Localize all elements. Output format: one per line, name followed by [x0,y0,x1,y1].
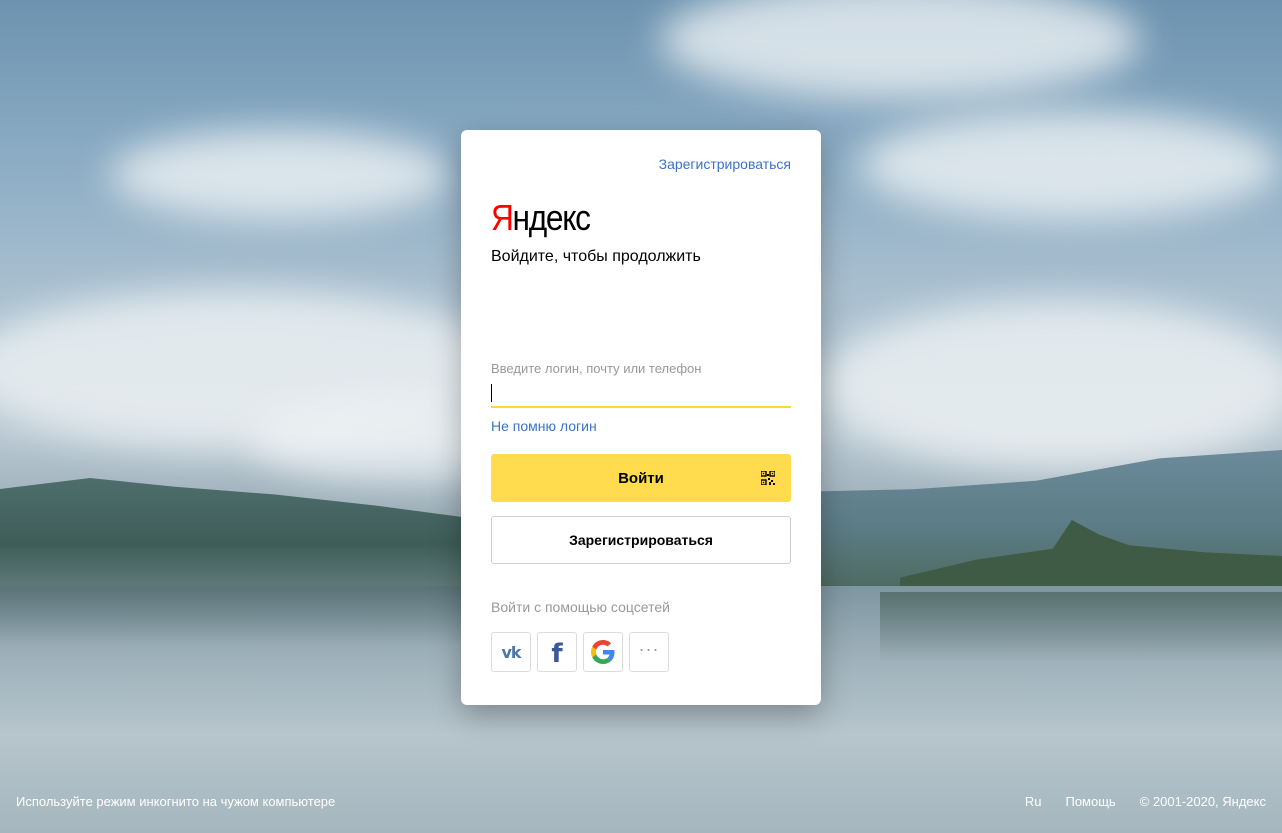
footer-links: Ru Помощь © 2001-2020, Яндекс [1025,794,1266,809]
social-login-label: Войти с помощью соцсетей [491,599,670,615]
cloud [820,300,1282,470]
text-caret [491,384,492,402]
more-social-button[interactable]: ··· [629,632,669,672]
vk-login-button[interactable]: vk [491,632,531,672]
login-field-wrapper [491,380,791,408]
facebook-login-button[interactable]: f [537,632,577,672]
language-switch[interactable]: Ru [1025,794,1042,809]
help-link[interactable]: Помощь [1065,794,1115,809]
logo-rest: ндекс [512,197,591,238]
incognito-tip: Используйте режим инкогнито на чужом ком… [16,794,336,809]
water-reflection [880,592,1282,662]
login-card: Зарегистрироваться Яндекс Войдите, чтобы… [461,130,821,705]
cloud [110,130,450,220]
google-icon [591,640,615,664]
page-subtitle: Войдите, чтобы продолжить [491,248,701,265]
copyright[interactable]: © 2001-2020, Яндекс [1140,794,1266,809]
forgot-login-link[interactable]: Не помню логин [491,418,597,434]
social-buttons: vk f ··· [491,632,669,672]
hills-left [0,478,500,588]
yandex-logo[interactable]: Яндекс [491,197,591,238]
register-link[interactable]: Зарегистрироваться [659,156,791,172]
cloud [660,0,1140,100]
login-button-label: Войти [618,469,664,487]
qr-code-icon[interactable] [761,471,775,485]
register-button[interactable]: Зарегистрироваться [491,516,791,564]
login-input[interactable] [491,380,791,406]
facebook-icon: f [551,639,563,669]
login-field-label: Введите логин, почту или телефон [491,361,702,376]
google-login-button[interactable] [583,632,623,672]
logo-first-letter: Я [491,197,514,238]
more-icon: ··· [638,639,660,659]
vk-icon: vk [501,642,521,662]
water-reflection [0,586,520,646]
cloud [860,110,1280,220]
login-button[interactable]: Войти [491,454,791,502]
